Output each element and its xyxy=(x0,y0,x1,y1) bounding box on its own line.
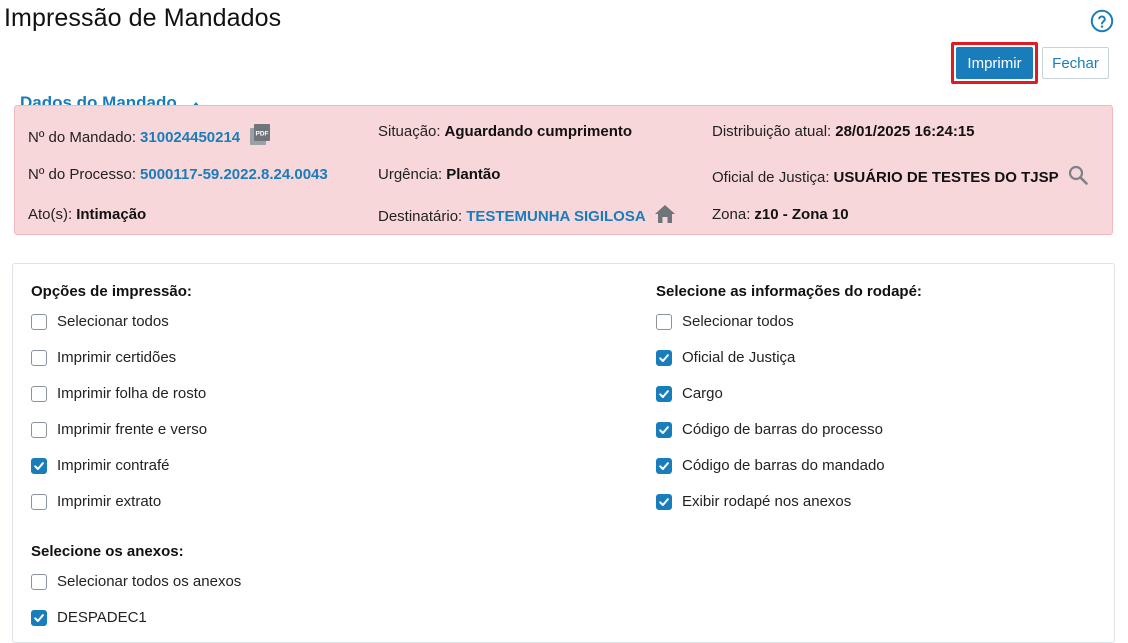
checkbox-label: Selecionar todos xyxy=(57,313,169,330)
checkbox-checked-icon[interactable] xyxy=(656,457,672,474)
checkbox-oficial-de-justica[interactable]: Oficial de Justiça xyxy=(656,349,795,366)
search-icon[interactable] xyxy=(1067,164,1089,190)
attachments-title: Selecione os anexos: xyxy=(31,543,184,560)
checkbox-checked-icon[interactable] xyxy=(656,349,672,366)
field-value: Aguardando cumprimento xyxy=(444,123,633,140)
field-label: Oficial de Justiça: xyxy=(712,168,830,186)
field-oficial: Oficial de Justiça: USUÁRIO DE TESTES DO… xyxy=(712,164,1089,190)
checkbox-imprimir-contrafe[interactable]: Imprimir contrafé xyxy=(31,457,170,474)
checkbox-label: Exibir rodapé nos anexos xyxy=(682,493,852,510)
checkbox-unchecked-icon[interactable] xyxy=(31,421,47,438)
checkbox-unchecked-icon[interactable] xyxy=(31,493,47,510)
checkbox-imprimir-frente-e-verso[interactable]: Imprimir frente e verso xyxy=(31,421,207,438)
checkbox-checked-icon[interactable] xyxy=(31,457,47,474)
field-numero-processo: Nº do Processo: 5000117-59.2022.8.24.004… xyxy=(28,166,328,183)
field-value: Plantão xyxy=(446,166,501,183)
checkbox-label: Imprimir extrato xyxy=(57,493,162,510)
checkbox-checked-icon[interactable] xyxy=(31,609,47,626)
field-value: Intimação xyxy=(76,206,147,223)
checkbox-label: Cargo xyxy=(682,385,723,402)
field-label: Nº do Processo: xyxy=(28,166,137,183)
print-button[interactable]: Imprimir xyxy=(956,47,1033,79)
checkbox-unchecked-icon[interactable] xyxy=(31,313,47,330)
checkbox-label: Selecionar todos os anexos xyxy=(57,573,242,590)
help-circle-icon[interactable] xyxy=(1090,9,1114,33)
field-situacao: Situação: Aguardando cumprimento xyxy=(378,123,632,140)
field-label: Zona: xyxy=(712,206,751,223)
field-label: Situação: xyxy=(378,123,441,140)
checkbox-codigo-de-barras-do-processo[interactable]: Código de barras do processo xyxy=(656,421,883,438)
checkbox-unchecked-icon[interactable] xyxy=(656,313,672,330)
field-label: Ato(s): xyxy=(28,206,73,223)
checkbox-selecionar-todos[interactable]: Selecionar todos xyxy=(656,313,794,330)
checkbox-label: Imprimir folha de rosto xyxy=(57,385,207,402)
print-options-panel: Opções de impressão: Selecionar todos Imp… xyxy=(12,263,1115,643)
checkbox-unchecked-icon[interactable] xyxy=(31,573,47,590)
checkbox-label: Imprimir frente e verso xyxy=(57,421,208,438)
processo-number-link[interactable]: 5000117-59.2022.8.24.0043 xyxy=(140,166,328,183)
checkbox-label: DESPADEC1 xyxy=(57,609,147,626)
field-zona: Zona: z10 - Zona 10 xyxy=(712,206,849,223)
checkbox-unchecked-icon[interactable] xyxy=(31,349,47,366)
checkbox-label: Oficial de Justiça xyxy=(682,349,796,366)
close-button[interactable]: Fechar xyxy=(1042,47,1109,79)
checkbox-checked-icon[interactable] xyxy=(656,421,672,438)
field-atos: Ato(s): Intimação xyxy=(28,206,146,223)
checkbox-label: Selecionar todos xyxy=(682,313,794,330)
field-destinatario: Destinatário: TESTEMUNHA SIGILOSA xyxy=(378,204,676,228)
checkbox-selecionar-todos-os-anexos[interactable]: Selecionar todos os anexos xyxy=(31,573,241,590)
mandado-info-box: Nº do Mandado: 310024450214 PDF Situação… xyxy=(14,105,1113,235)
field-label: Urgência: xyxy=(378,166,443,183)
field-value: z10 - Zona 10 xyxy=(754,206,849,223)
checkbox-imprimir-certidoes[interactable]: Imprimir certidões xyxy=(31,349,176,366)
checkbox-label: Imprimir contrafé xyxy=(57,457,170,474)
checkbox-checked-icon[interactable] xyxy=(656,385,672,402)
field-label: Distribuição atual: xyxy=(712,123,832,140)
field-value: USUÁRIO DE TESTES DO TJSP xyxy=(833,168,1059,186)
field-urgencia: Urgência: Plantão xyxy=(378,166,500,183)
field-distribuicao: Distribuição atual: 28/01/2025 16:24:15 xyxy=(712,123,975,140)
checkbox-exibir-rodape-nos-anexos[interactable]: Exibir rodapé nos anexos xyxy=(656,493,851,510)
checkbox-selecionar-todos[interactable]: Selecionar todos xyxy=(31,313,169,330)
checkbox-codigo-de-barras-do-mandado[interactable]: Código de barras do mandado xyxy=(656,457,885,474)
home-icon[interactable] xyxy=(654,204,676,228)
field-label: Destinatário: xyxy=(378,207,463,225)
checkbox-unchecked-icon[interactable] xyxy=(31,385,47,402)
checkbox-imprimir-folha-de-rosto[interactable]: Imprimir folha de rosto xyxy=(31,385,206,402)
footer-options-title: Selecione as informações do rodapé: xyxy=(656,283,922,300)
field-value: 28/01/2025 16:24:15 xyxy=(835,123,975,140)
checkbox-checked-icon[interactable] xyxy=(656,493,672,510)
svg-text:PDF: PDF xyxy=(256,131,269,138)
field-label: Nº do Mandado: xyxy=(28,128,137,146)
checkbox-despadec1[interactable]: DESPADEC1 xyxy=(31,609,147,626)
mandado-number-link[interactable]: 310024450214 xyxy=(140,129,240,146)
destinatario-link[interactable]: TESTEMUNHA SIGILOSA xyxy=(466,208,645,225)
checkbox-imprimir-extrato[interactable]: Imprimir extrato xyxy=(31,493,161,510)
checkbox-label: Código de barras do mandado xyxy=(682,457,885,474)
checkbox-label: Imprimir certidões xyxy=(57,349,177,366)
pdf-icon[interactable]: PDF xyxy=(248,123,272,151)
print-options-title: Opções de impressão: xyxy=(31,283,192,300)
page-title: Impressão de Mandados xyxy=(4,4,282,32)
checkbox-cargo[interactable]: Cargo xyxy=(656,385,723,402)
field-numero-mandado: Nº do Mandado: 310024450214 PDF xyxy=(28,123,272,151)
checkbox-label: Código de barras do processo xyxy=(682,421,883,438)
